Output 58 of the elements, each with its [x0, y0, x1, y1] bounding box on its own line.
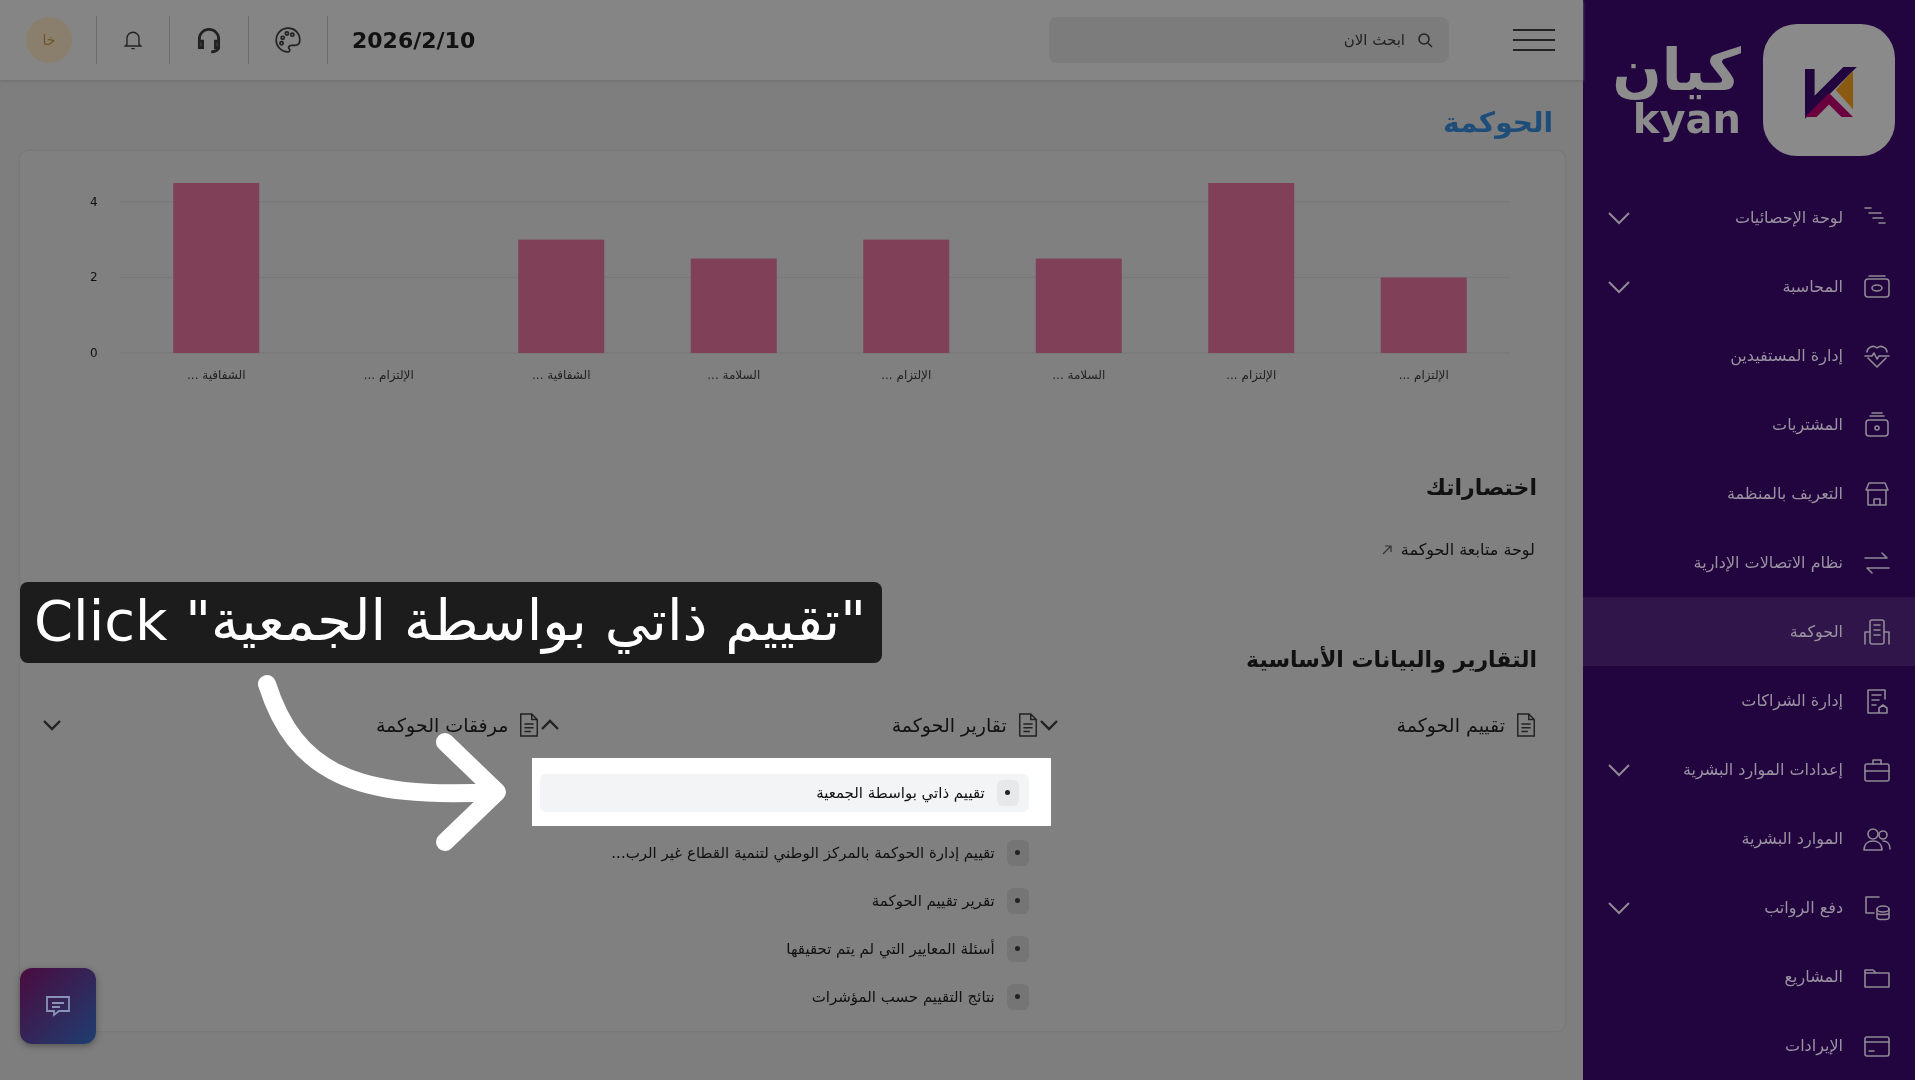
sidebar-item[interactable]: الحوكمة	[1583, 597, 1915, 666]
axis-label: الشفافية ...	[532, 368, 591, 382]
sidebar-item[interactable]: لوحة الإحصائيات	[1583, 183, 1915, 252]
axis-label: الإلتزام ...	[1398, 368, 1449, 382]
palette-icon[interactable]	[273, 25, 303, 55]
report-link[interactable]: نتائج التقييم حسب المؤشرات	[540, 978, 1039, 1016]
axis-label: الشفافية ...	[187, 368, 246, 382]
sidebar-item[interactable]: إعدادات الموارد البشرية	[1583, 735, 1915, 804]
section-heading: التقارير والبيانات الأساسية	[1245, 647, 1537, 672]
logo-wordmark: كيان	[1612, 41, 1741, 99]
external-link-icon	[1380, 543, 1393, 556]
accordion-header[interactable]: تقارير الحوكمة	[540, 712, 1039, 738]
report-link[interactable]: تقرير تقييم الحوكمة	[540, 882, 1039, 920]
sidebar-item[interactable]: إدارة الشراكات	[1583, 666, 1915, 735]
sidebar-item[interactable]: الإيرادات	[1583, 1011, 1915, 1080]
axis-label: 0	[90, 346, 98, 360]
sidebar-item[interactable]: الموارد البشرية	[1583, 804, 1915, 873]
chat-icon	[44, 994, 72, 1018]
report-link[interactable]: تقييم إدارة الحوكمة بالمركز الوطني لتنمية القطاع غير الرب...	[540, 834, 1039, 872]
bullet-icon	[1006, 936, 1029, 962]
search-field[interactable]: ابحث الان	[1049, 17, 1449, 63]
sidebar-item[interactable]: التعريف بالمنظمة	[1583, 459, 1915, 528]
bullet-icon	[996, 780, 1019, 806]
document-icon	[518, 712, 541, 738]
shortcut-link[interactable]: لوحة متابعة الحوكمة	[1400, 540, 1535, 559]
sidebar-item[interactable]: المشاريع	[1583, 942, 1915, 1011]
chevron-down-icon	[1038, 719, 1059, 731]
axis-label: الإلتزام ...	[881, 368, 932, 382]
section-heading: اختصاراتك	[1424, 475, 1537, 500]
search-icon	[1417, 32, 1433, 48]
tutorial-callout: Click "تقييم ذاتي بواسطة الجمعية"	[20, 582, 882, 663]
accordion-header[interactable]: مرفقات الحوكمة	[42, 712, 541, 738]
bullet-icon	[1006, 984, 1029, 1010]
axis-label: الإلتزام ...	[1226, 368, 1277, 382]
sidebar-item[interactable]: دفع الرواتب	[1583, 873, 1915, 942]
sidebar-item[interactable]: المحاسبة	[1583, 252, 1915, 321]
date-text: 2026/2/10	[352, 27, 476, 53]
document-icon	[1515, 712, 1537, 738]
report-link[interactable]: تقييم ذاتي بواسطة الجمعية	[540, 774, 1029, 812]
document-icon	[1016, 712, 1039, 738]
axis-label: 4	[90, 194, 98, 209]
menu-icon[interactable]	[1513, 28, 1555, 52]
page-title: الحوكمة	[1442, 106, 1553, 139]
sidebar-item[interactable]: إدارة المستفيدين	[1583, 321, 1915, 390]
bullet-icon	[1006, 840, 1029, 866]
chevron-down-icon	[42, 719, 62, 731]
sidebar-item[interactable]: المشتريات	[1583, 390, 1915, 459]
report-link[interactable]: أسئلة المعايير التي لم يتم تحقيقها	[540, 930, 1039, 968]
chat-button[interactable]	[20, 968, 96, 1044]
axis-label: الإلتزام ...	[363, 368, 414, 382]
sidebar-item[interactable]: نظام الاتصالات الإدارية	[1583, 528, 1915, 597]
axis-label: السلامة ...	[707, 368, 761, 382]
bullet-icon	[1006, 888, 1029, 914]
axis-label: السلامة ...	[1052, 368, 1106, 382]
axis-label: 2	[90, 270, 98, 285]
accordion-header[interactable]: تقييم الحوكمة	[1038, 712, 1537, 738]
chevron-up-icon	[540, 719, 561, 731]
logo-icon	[1763, 24, 1895, 156]
